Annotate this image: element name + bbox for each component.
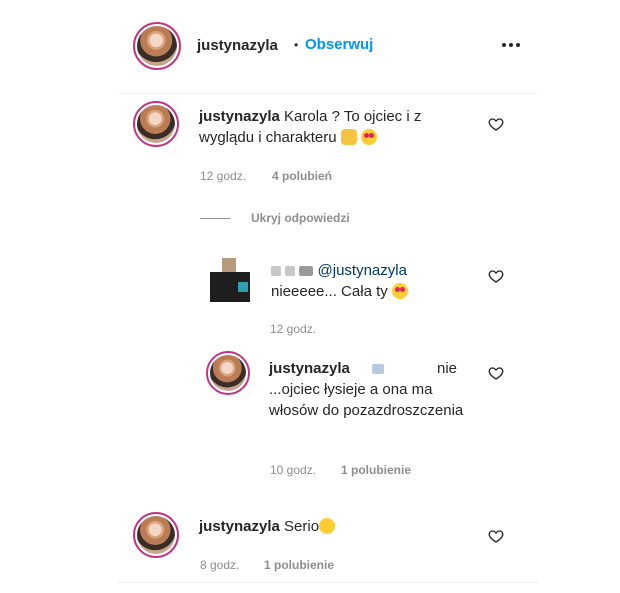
header-separator: • bbox=[294, 38, 299, 52]
hide-replies-line bbox=[200, 218, 230, 219]
comment-body: justynazyla Karola ? To ojciec i z wyglą… bbox=[199, 106, 469, 148]
like-heart-icon[interactable] bbox=[488, 268, 504, 284]
last-comment-avatar[interactable] bbox=[133, 512, 179, 558]
heart-eyes-icon bbox=[360, 129, 377, 145]
thinking-face-icon bbox=[319, 518, 336, 534]
comment-avatar[interactable] bbox=[133, 101, 179, 147]
heart-eyes-icon bbox=[391, 283, 408, 299]
reply-1-text: nieeeee... Cała ty bbox=[271, 283, 388, 300]
mention-redacted bbox=[372, 364, 384, 374]
comment-likes[interactable]: 4 polubień bbox=[272, 169, 332, 183]
reply-mention[interactable]: @justynazyla bbox=[318, 262, 407, 279]
reply-1-body: @justynazyla nieeeee... Cała ty bbox=[271, 260, 471, 302]
reply-avatar[interactable] bbox=[210, 258, 254, 302]
header-avatar[interactable] bbox=[133, 22, 181, 70]
header-divider bbox=[118, 93, 538, 94]
reply-2-likes[interactable]: 1 polubienie bbox=[341, 463, 411, 477]
header-username[interactable]: justynazyla bbox=[197, 37, 278, 54]
like-heart-icon[interactable] bbox=[488, 116, 504, 132]
hide-replies-button[interactable]: Ukryj odpowiedzi bbox=[251, 211, 350, 225]
follow-button[interactable]: Obserwuj bbox=[305, 36, 373, 53]
last-comment-body: justynazyla Serio bbox=[199, 516, 336, 537]
reply-2-text: ...ojciec łysieje a ona ma włosów do poz… bbox=[269, 381, 464, 419]
like-heart-icon[interactable] bbox=[488, 365, 504, 381]
reply-2-time: 10 godz. bbox=[270, 463, 317, 477]
reply-2-word: nie bbox=[437, 360, 458, 377]
last-comment-username[interactable]: justynazyla bbox=[199, 518, 280, 535]
last-comment-time: 8 godz. bbox=[200, 558, 240, 572]
reply-2-username[interactable]: justynazyla bbox=[269, 360, 350, 377]
reply-2-avatar[interactable] bbox=[206, 351, 250, 395]
like-heart-icon[interactable] bbox=[488, 528, 504, 544]
more-horizontal-icon[interactable] bbox=[501, 41, 521, 49]
comment-time: 12 godz. bbox=[200, 169, 247, 183]
last-comment-text: Serio bbox=[284, 518, 320, 535]
raising-hands-icon bbox=[340, 129, 357, 145]
reply-1-time: 12 godz. bbox=[270, 322, 317, 336]
bottom-divider bbox=[118, 582, 538, 583]
last-comment-likes[interactable]: 1 polubienie bbox=[264, 558, 334, 572]
comment-username[interactable]: justynazyla bbox=[199, 108, 280, 125]
